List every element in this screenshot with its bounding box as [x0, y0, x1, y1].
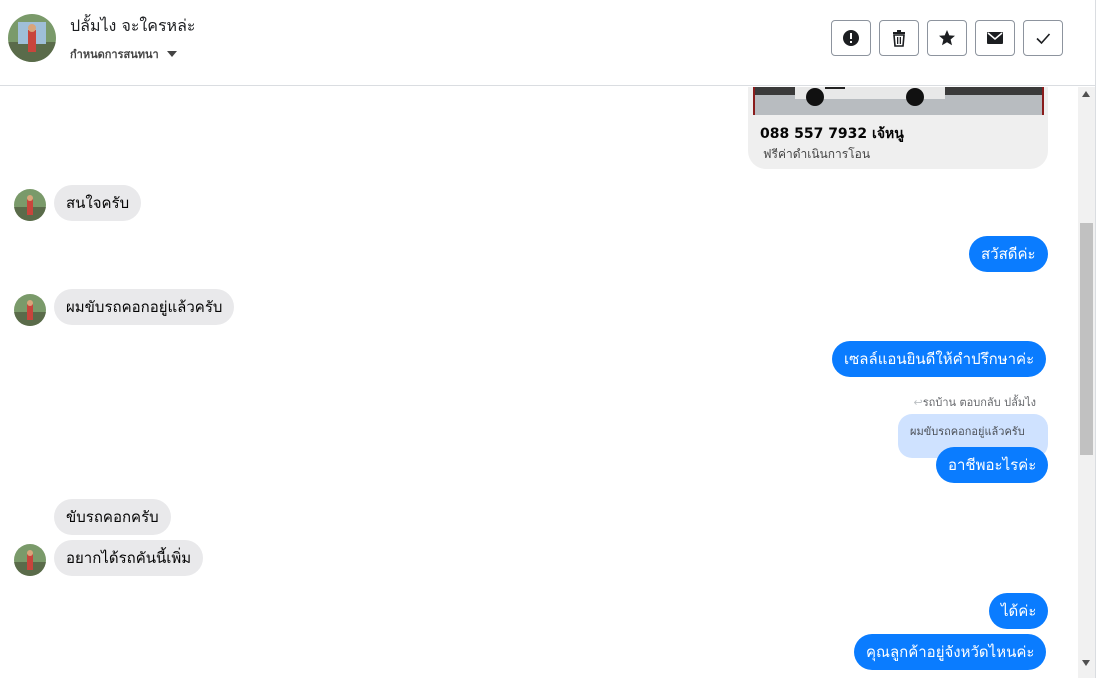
incoming-message[interactable]: สนใจครับ: [54, 185, 142, 221]
contact-name: ปลั้มไง จะใครหล่ะ: [70, 16, 196, 35]
card-description: ฟรีค่าดำเนินการโอน: [763, 147, 871, 161]
outgoing-message[interactable]: เซลล์แอนยินดีให้คำปรึกษาค่ะ: [832, 341, 1047, 377]
reply-indicator-text: รถบ้าน ตอบกลับ ปลั้มไง: [922, 396, 1036, 409]
reply-arrow-icon: ↩: [913, 396, 923, 409]
scroll-up-arrow-icon[interactable]: [1082, 91, 1090, 97]
exclamation-icon: [843, 30, 859, 46]
header-actions: [831, 20, 1063, 56]
message-thread[interactable]: 088 557 7932 เจ้หนู ฟรีค่าดำเนินการโอน ส…: [0, 87, 1078, 678]
product-card[interactable]: 088 557 7932 เจ้หนู ฟรีค่าดำเนินการโอน: [748, 87, 1048, 169]
right-border: [1095, 0, 1099, 678]
scroll-thumb[interactable]: [1080, 223, 1093, 455]
outgoing-message[interactable]: อาชีพอะไรค่ะ: [936, 447, 1049, 483]
check-icon: [1036, 33, 1051, 45]
card-title: 088 557 7932 เจ้หนู: [760, 126, 904, 142]
car-photo: [753, 87, 1044, 115]
incoming-message[interactable]: ขับรถคอกครับ: [54, 499, 171, 535]
outgoing-message[interactable]: ได้ค่ะ: [989, 593, 1049, 629]
caret-down-icon: [166, 51, 177, 57]
sender-avatar[interactable]: [14, 544, 46, 576]
chat-scrollbar[interactable]: [1078, 87, 1095, 678]
delete-button[interactable]: [879, 20, 919, 56]
star-icon: [939, 30, 955, 46]
report-button[interactable]: [831, 20, 871, 56]
conversation-header: ปลั้มไง จะใครหล่ะ กำหนดการสนทนา: [0, 0, 1099, 86]
incoming-message[interactable]: ผมขับรถคอกอยู่แล้วครับ: [54, 289, 235, 325]
reply-indicator: ↩รถบ้าน ตอบกลับ ปลั้มไง: [914, 393, 1036, 411]
conversation-schedule-label: กำหนดการสนทนา: [70, 48, 159, 61]
envelope-icon: [987, 32, 1003, 44]
conversation-schedule-dropdown[interactable]: กำหนดการสนทนา: [70, 45, 177, 63]
trash-icon: [893, 30, 905, 47]
sender-avatar[interactable]: [14, 189, 46, 221]
outgoing-message[interactable]: คุณลูกค้าอยู่จังหวัดไหนค่ะ: [854, 634, 1047, 670]
outgoing-message[interactable]: สวัสดีค่ะ: [969, 236, 1048, 272]
sender-avatar[interactable]: [14, 294, 46, 326]
scroll-down-arrow-icon[interactable]: [1082, 660, 1090, 666]
star-button[interactable]: [927, 20, 967, 56]
mail-button[interactable]: [975, 20, 1015, 56]
incoming-message[interactable]: อยากได้รถคันนี้เพิ่ม: [54, 540, 204, 576]
done-button[interactable]: [1023, 20, 1063, 56]
contact-avatar[interactable]: [8, 14, 56, 62]
